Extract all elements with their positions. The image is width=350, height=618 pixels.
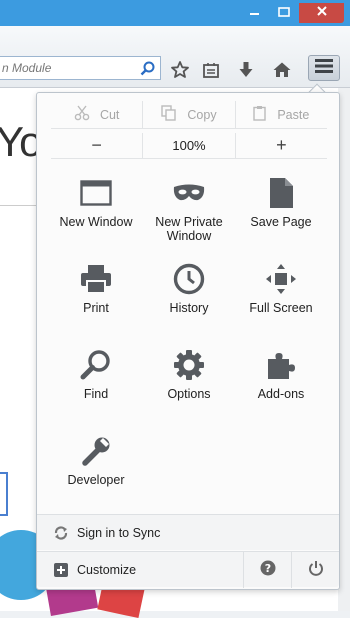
customize-label[interactable]: Customize	[77, 563, 136, 577]
help-button[interactable]: ?	[243, 551, 291, 588]
options-gear-icon	[171, 347, 207, 383]
find-button[interactable]: Find	[48, 337, 144, 417]
page-input-edge	[0, 472, 8, 516]
paste-button[interactable]: Paste	[234, 101, 327, 128]
svg-text:?: ?	[264, 562, 270, 575]
save-page-icon	[263, 175, 299, 211]
save-page-label: Save Page	[250, 215, 312, 229]
sync-row[interactable]: Sign in to Sync	[37, 514, 339, 550]
find-label: Find	[83, 387, 109, 401]
find-magnifier-icon	[78, 347, 114, 383]
cut-button[interactable]: Cut	[51, 101, 142, 128]
full-screen-button[interactable]: Full Screen	[233, 251, 329, 331]
developer-button[interactable]: Developer	[48, 423, 144, 503]
url-bar[interactable]: n Module	[0, 56, 161, 80]
developer-wrench-icon	[78, 433, 114, 469]
close-icon	[316, 4, 328, 22]
full-screen-label: Full Screen	[249, 301, 313, 315]
close-button[interactable]	[299, 3, 344, 23]
help-icon: ?	[260, 560, 276, 579]
add-ons-button[interactable]: Add-ons	[233, 337, 329, 417]
new-window-button[interactable]: New Window	[48, 165, 144, 245]
home-icon[interactable]	[272, 60, 292, 80]
star-icon[interactable]	[170, 60, 190, 80]
zoom-out-button[interactable]: −	[51, 133, 142, 158]
window-titlebar	[0, 0, 350, 26]
save-page-button[interactable]: Save Page	[233, 165, 329, 245]
maximize-button[interactable]	[270, 3, 297, 23]
customize-row: Customize ?	[37, 551, 339, 588]
history-button[interactable]: History	[141, 251, 237, 331]
download-icon[interactable]	[236, 60, 256, 80]
developer-label: Developer	[67, 473, 125, 487]
new-private-window-label: New Private Window	[155, 215, 223, 243]
reading-list-icon[interactable]	[201, 60, 221, 80]
copy-icon	[161, 105, 177, 124]
minimize-icon	[249, 4, 260, 22]
copy-button[interactable]: Copy	[142, 101, 234, 128]
new-window-label: New Window	[59, 215, 133, 229]
print-icon	[78, 261, 114, 297]
new-private-window-button[interactable]: New Private Window	[141, 165, 237, 245]
add-ons-label: Add-ons	[257, 387, 305, 401]
browser-toolbar: n Module	[0, 26, 350, 88]
url-text: n Module	[2, 61, 52, 75]
history-label: History	[169, 301, 209, 315]
history-clock-icon	[171, 261, 207, 297]
copy-label: Copy	[187, 107, 217, 122]
zoom-in-button[interactable]: +	[234, 133, 327, 158]
new-window-icon	[78, 175, 114, 211]
sync-icon	[53, 525, 69, 541]
zoom-controls: − 100% +	[51, 133, 327, 159]
minimize-button[interactable]	[241, 3, 268, 23]
main-menu-panel: Cut Copy Paste − 100% + New Window New P…	[36, 92, 340, 590]
zoom-reset-button[interactable]: 100%	[142, 133, 234, 158]
cut-label: Cut	[99, 107, 120, 122]
private-mask-icon	[171, 175, 207, 211]
print-button[interactable]: Print	[48, 251, 144, 331]
options-label: Options	[167, 387, 211, 401]
open-menu-button[interactable]	[308, 55, 340, 81]
customize-plus-icon	[53, 562, 69, 578]
search-icon[interactable]	[140, 61, 155, 76]
quit-button[interactable]	[291, 551, 339, 588]
menu-icon	[315, 58, 333, 78]
edit-controls: Cut Copy Paste	[51, 101, 327, 129]
maximize-icon	[277, 4, 290, 22]
scissors-icon	[74, 105, 90, 124]
page-divider	[0, 205, 40, 206]
paste-label: Paste	[277, 107, 310, 122]
options-button[interactable]: Options	[141, 337, 237, 417]
power-icon	[308, 560, 324, 579]
print-label: Print	[83, 301, 109, 315]
sync-label: Sign in to Sync	[77, 525, 161, 540]
full-screen-icon	[263, 261, 299, 297]
paste-icon	[253, 105, 267, 124]
add-ons-puzzle-icon	[263, 347, 299, 383]
